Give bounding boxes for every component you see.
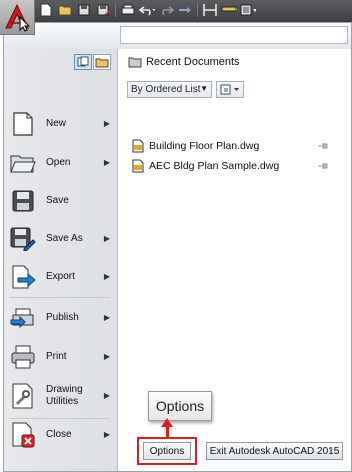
menu-item-label: Drawing Utilities	[46, 384, 83, 407]
recent-documents-title: Recent Documents	[146, 56, 240, 68]
documents-icon	[77, 56, 89, 67]
workspace-icon[interactable]	[202, 2, 218, 18]
redo-icon[interactable]	[158, 2, 174, 18]
recent-documents-header: Recent Documents	[128, 55, 240, 69]
folder-icon	[95, 58, 109, 68]
open-icon[interactable]	[57, 2, 73, 18]
menu-divider	[10, 297, 110, 298]
publish-icon	[10, 305, 36, 331]
recent-document-row[interactable]: AEC Bldg Plan Sample.dwg	[132, 158, 347, 174]
autocad-logo-icon	[5, 3, 31, 32]
menu-item-label: Save	[46, 195, 69, 206]
menu-item-save[interactable]: Save	[10, 183, 114, 219]
menu-item-drawing-utilities[interactable]: Drawing Utilities ▶	[10, 378, 114, 414]
folder-icon	[128, 57, 142, 68]
search-commands-input[interactable]	[120, 26, 348, 44]
qat-icons	[38, 2, 256, 18]
display-icons-dropdown[interactable]	[216, 81, 244, 98]
order-by-dropdown[interactable]: By Ordered List ▼	[127, 81, 212, 98]
menu-item-label: Save As	[46, 233, 83, 244]
submenu-arrow-icon: ▶	[103, 272, 110, 281]
open-documents-view-button[interactable]	[74, 54, 92, 70]
menu-item-export[interactable]: Export ▶	[10, 259, 114, 295]
menu-item-label: Print	[46, 351, 67, 362]
chevron-down-icon: ▼	[200, 84, 208, 93]
menu-item-label: New	[46, 118, 67, 129]
match-properties-icon[interactable]	[177, 2, 193, 18]
submenu-arrow-icon: ▶	[103, 430, 110, 439]
quick-access-toolbar	[0, 0, 352, 23]
dwg-file-icon	[132, 159, 144, 173]
menu-item-open[interactable]: Open ▶	[10, 145, 114, 181]
options-button[interactable]: Options	[143, 442, 191, 460]
submenu-arrow-icon: ▶	[103, 119, 110, 128]
icon-view-icon	[220, 84, 239, 95]
save-as-icon	[10, 226, 36, 252]
submenu-arrow-icon: ▶	[103, 158, 110, 167]
dwg-file-icon	[132, 139, 144, 153]
export-icon	[10, 264, 36, 290]
menu-item-close[interactable]: Close ▶	[10, 417, 114, 453]
drawing-utilities-icon	[10, 383, 36, 409]
document-name: AEC Bldg Plan Sample.dwg	[149, 160, 280, 172]
menu-sidebar: New ▶ Open ▶ Save Save As ▶ Export ▶ Pub…	[4, 49, 118, 471]
pin-icon[interactable]	[317, 161, 329, 171]
view-toggle	[74, 54, 111, 70]
menu-item-label: Export	[46, 271, 75, 282]
application-menu-button[interactable]	[0, 0, 35, 35]
new-icon[interactable]	[38, 2, 54, 18]
save-floppy-icon	[10, 188, 36, 214]
toolbar-separator	[115, 3, 116, 17]
new-document-icon	[10, 111, 36, 137]
exit-autocad-button[interactable]: Exit Autodesk AutoCAD 2015	[206, 442, 343, 460]
save-icon[interactable]	[76, 2, 92, 18]
menu-item-publish[interactable]: Publish ▶	[10, 300, 114, 336]
submenu-arrow-icon: ▶	[103, 234, 110, 243]
menu-item-label: Close	[46, 429, 72, 440]
layer-icon[interactable]	[221, 2, 237, 18]
recent-document-row[interactable]: Building Floor Plan.dwg	[132, 138, 347, 154]
menu-item-label: Publish	[46, 312, 79, 323]
order-by-value: By Ordered List	[131, 84, 201, 95]
undo-icon[interactable]	[139, 2, 155, 18]
document-name: Building Floor Plan.dwg	[149, 140, 260, 152]
pin-icon[interactable]	[317, 141, 329, 151]
print-icon[interactable]	[120, 2, 136, 18]
submenu-arrow-icon: ▶	[103, 313, 110, 322]
save-as-icon[interactable]	[95, 2, 111, 18]
submenu-arrow-icon: ▶	[103, 352, 110, 361]
menu-item-save-as[interactable]: Save As ▶	[10, 221, 114, 257]
menu-item-new[interactable]: New ▶	[10, 106, 114, 142]
toolbar-separator	[197, 3, 198, 17]
customize-dropdown-icon[interactable]	[240, 2, 256, 18]
menu-item-label: Open	[46, 157, 71, 168]
menu-item-print[interactable]: Print ▶	[10, 339, 114, 375]
menu-header	[4, 23, 351, 49]
submenu-arrow-icon: ▶	[103, 391, 110, 400]
printer-icon	[10, 344, 36, 370]
recent-documents-view-button[interactable]	[93, 54, 111, 70]
open-folder-icon	[10, 150, 36, 176]
close-document-icon	[10, 422, 36, 448]
options-tooltip: Options	[148, 391, 212, 421]
